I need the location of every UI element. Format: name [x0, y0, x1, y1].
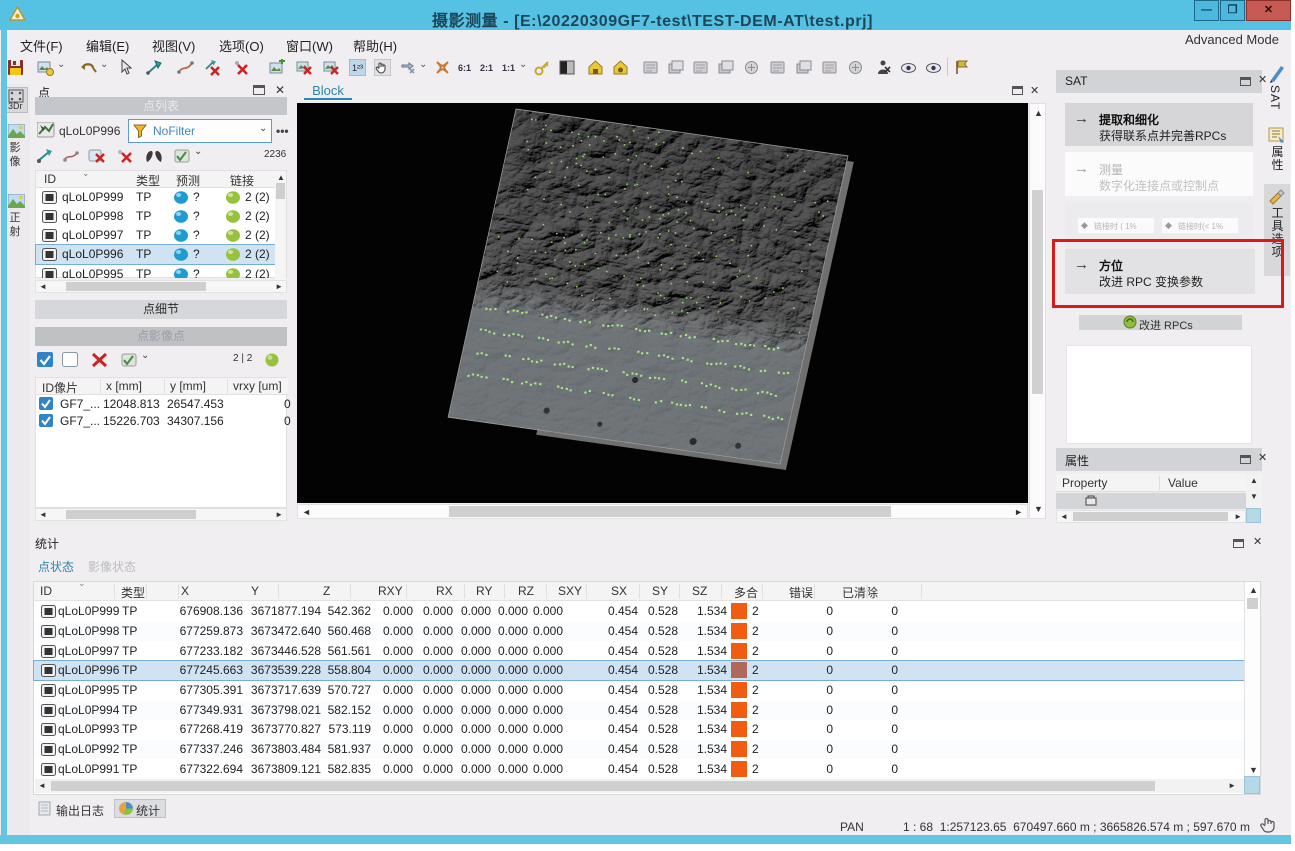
- svg-text:1²³: 1²³: [352, 63, 363, 73]
- svg-text:1:1: 1:1: [502, 63, 515, 73]
- svg-text:6:1: 6:1: [458, 63, 471, 73]
- svg-text:2:1: 2:1: [480, 63, 493, 73]
